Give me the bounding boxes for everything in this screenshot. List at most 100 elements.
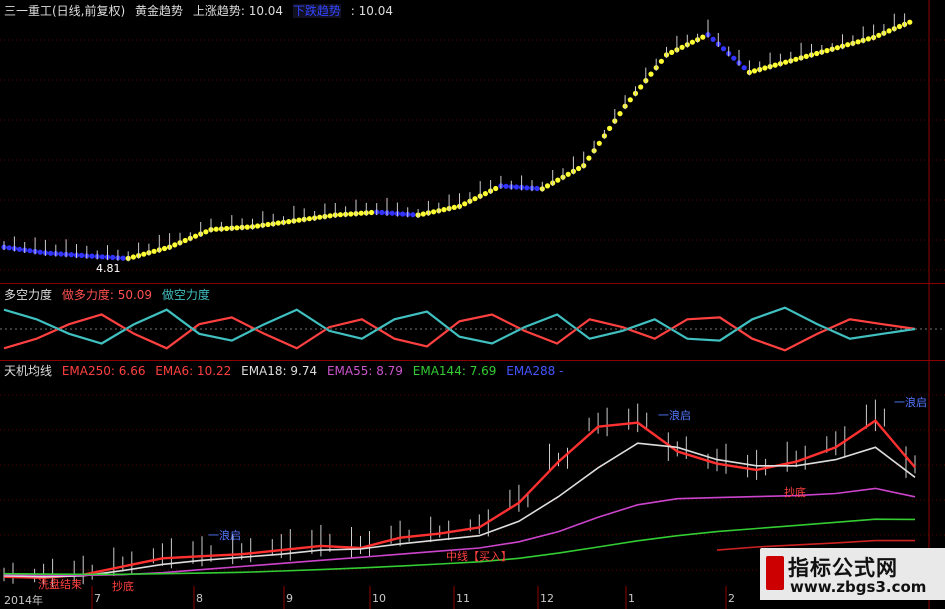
trend-dot-0-1: [6, 245, 12, 251]
trend-dot-2-7: [120, 255, 126, 261]
trend-dot-2-1: [89, 253, 95, 259]
x-tick-3: 9: [286, 592, 293, 605]
trend-dot-20-3: [845, 42, 851, 48]
trend-dot-2-5: [110, 254, 116, 260]
x-tick-4: 10: [372, 592, 386, 605]
annotation-low-price: 4.81: [96, 262, 121, 275]
trend-dot-0-7: [37, 249, 43, 255]
trend-dot-13-5: [565, 171, 571, 177]
logo-icon: [766, 556, 784, 590]
annotation-bottom-1: 抄底: [784, 486, 806, 499]
trend-dot-18-5: [772, 62, 778, 68]
trend-dot-7-5: [317, 214, 323, 220]
trend-dot-17-5: [731, 55, 737, 61]
site-watermark: 指标公式网 www.zbgs3.com: [760, 548, 945, 600]
trend-dot-14-3: [596, 140, 602, 146]
trend-dot-10-1: [420, 211, 426, 217]
trend-dot-17-7: [741, 65, 747, 71]
trend-dot-11-5: [482, 191, 488, 197]
x-tick-2: 8: [196, 592, 203, 605]
trend-dot-10-7: [451, 204, 457, 210]
trend-dot-5-1: [213, 226, 219, 232]
trend-dot-9-5: [400, 211, 406, 217]
force-line-long: [3, 313, 916, 352]
trend-dot-20-1: [834, 45, 841, 51]
trend-dot-8-1: [337, 212, 343, 218]
trend-dot-19-3: [803, 53, 809, 60]
trend-dot-6-7: [286, 219, 292, 225]
annotation-midterm-buy: 中线【买入】: [446, 550, 512, 563]
trend-dot-8-5: [358, 210, 364, 216]
force-line-short: [3, 306, 916, 345]
trend-dot-11-3: [472, 196, 478, 202]
trend-dot-16-5: [689, 39, 696, 45]
trend-dot-1-5: [68, 252, 74, 258]
trend-dot-6-1: [255, 223, 261, 229]
trend-dot-5-7: [244, 224, 250, 230]
annotation-wave-3: 一浪启: [894, 396, 927, 409]
trend-dot-2-3: [99, 254, 105, 260]
trend-dot-7-1: [296, 217, 302, 223]
trend-dot-8-3: [348, 211, 354, 217]
annotation-bottom-2: 抄底: [112, 580, 134, 593]
trend-dot-7-7: [327, 213, 333, 219]
trend-dot-15-7: [658, 58, 665, 64]
x-tick-5: 11: [456, 592, 470, 605]
trend-dot-20-5: [855, 39, 861, 45]
trend-dot-7-3: [306, 216, 312, 222]
trend-dot-6-3: [265, 221, 271, 228]
trend-dot-13-1: [544, 183, 551, 189]
trend-dot-4-1: [172, 242, 178, 248]
trend-dot-9-3: [389, 210, 395, 216]
trend-dot-11-1: [462, 201, 468, 207]
trend-dot-4-7: [203, 229, 209, 235]
logo-url: www.zbgs3.com: [790, 578, 927, 596]
trend-dot-19-5: [814, 50, 820, 57]
trend-dot-0-3: [16, 246, 23, 252]
x-tick-0: 2014年: [4, 594, 43, 607]
trend-dot-3-5: [151, 248, 157, 254]
trend-dot-13-3: [555, 177, 561, 183]
trend-dot-13-7: [576, 165, 582, 172]
trend-dot-15-3: [638, 84, 644, 90]
x-tick-7: 1: [628, 592, 635, 605]
trend-dot-21-5: [896, 23, 903, 30]
annotation-wave-2: 一浪启: [658, 409, 691, 422]
trend-dot-12-5: [524, 185, 530, 191]
trend-dot-17-1: [710, 36, 716, 42]
trend-dot-11-7: [493, 185, 499, 192]
x-tick-6: 12: [540, 592, 554, 605]
trend-dot-5-5: [234, 225, 240, 231]
trend-dot-14-5: [607, 125, 613, 131]
trend-dot-19-7: [824, 48, 830, 54]
trend-dot-21-1: [876, 32, 882, 38]
x-tick-1: 7: [94, 592, 101, 605]
annotation-washout-end: 洗盘结束: [38, 578, 82, 591]
trend-dot-1-3: [58, 251, 64, 257]
trend-dot-15-1: [627, 97, 633, 103]
trend-dot-16-1: [669, 49, 675, 56]
trend-dot-21-3: [886, 28, 892, 34]
trend-dot-21-7: [907, 19, 913, 25]
trend-dot-10-3: [431, 209, 437, 215]
trend-dot-12-3: [513, 184, 520, 190]
x-tick-8: 2: [728, 592, 735, 605]
trend-dot-14-1: [586, 155, 592, 161]
trend-dot-4-3: [182, 237, 188, 244]
trend-dot-1-1: [48, 250, 54, 256]
trend-dot-14-7: [617, 111, 623, 117]
plot-area: [0, 0, 945, 609]
trend-dot-10-5: [441, 207, 447, 213]
trend-dot-3-3: [141, 251, 147, 257]
trend-dot-18-1: [751, 68, 758, 74]
trend-dot-19-1: [793, 56, 799, 62]
trend-dot-5-3: [224, 225, 230, 232]
trend-dot-6-5: [275, 220, 281, 226]
trend-dot-9-1: [379, 209, 385, 216]
trend-dot-16-3: [679, 44, 685, 50]
trend-dot-15-5: [648, 71, 654, 77]
trend-dot-17-3: [720, 46, 727, 52]
trend-dot-12-7: [534, 185, 540, 192]
trend-dot-8-7: [368, 209, 375, 216]
trend-dot-18-3: [762, 65, 768, 71]
